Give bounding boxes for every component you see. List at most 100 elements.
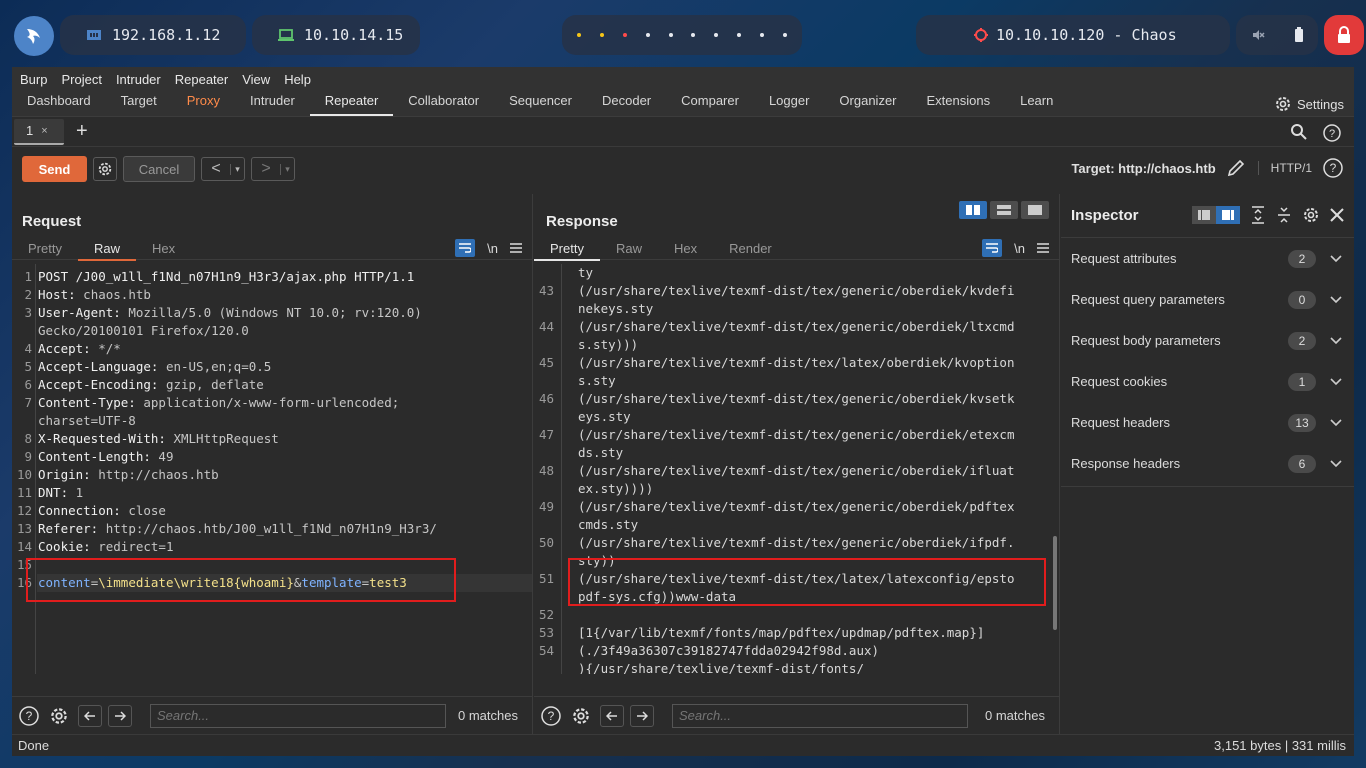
chevron-down-icon[interactable] [1330,336,1342,345]
tab-intruder[interactable]: Intruder [235,90,310,116]
chevron-down-icon[interactable] [1330,459,1342,468]
edit-target-icon[interactable] [1226,158,1246,178]
inspector-section-request-body-parameters[interactable]: Request body parameters 2 [1061,320,1354,361]
menu-repeater[interactable]: Repeater [175,72,228,87]
request-search-input[interactable] [150,703,446,728]
collapse-all-icon[interactable] [1276,206,1292,224]
layout-top-bottom-button[interactable] [990,201,1018,219]
menu-help[interactable]: Help [284,72,311,87]
inspector-section-request-cookies[interactable]: Request cookies 1 [1061,361,1354,402]
workspace-3-indicator[interactable] [622,33,627,37]
inspector-layout-right-button[interactable] [1216,206,1240,224]
app-launcher-button[interactable] [14,16,54,56]
target-widget[interactable]: 10.10.10.120 - Chaos [916,15,1230,55]
search-icon[interactable] [1290,123,1308,141]
workspace-7-indicator[interactable] [714,33,719,37]
tab-hex[interactable]: Hex [658,236,713,260]
volume-muted-icon[interactable] [1251,28,1265,42]
tab-collaborator[interactable]: Collaborator [393,90,494,116]
tab-dashboard[interactable]: Dashboard [12,90,106,116]
gear-icon[interactable] [570,705,592,727]
next-match-button[interactable] [108,704,132,727]
battery-icon[interactable] [1294,27,1304,43]
menu-icon[interactable] [1037,243,1049,253]
chevron-down-icon[interactable]: ▾ [230,163,244,175]
response-search-input[interactable] [672,703,968,728]
history-back-button[interactable]: < ▾ [201,157,245,181]
expand-all-icon[interactable] [1250,206,1266,224]
inspector-layout-left-button[interactable] [1192,206,1216,224]
tab-extensions[interactable]: Extensions [912,90,1006,116]
help-icon[interactable]: ? [1322,123,1342,143]
add-tab-button[interactable]: + [76,120,88,143]
lock-button[interactable] [1324,15,1364,55]
vpn-ip-widget[interactable]: 10.10.14.15 [252,15,420,55]
tab-organizer[interactable]: Organizer [824,90,911,116]
repeater-tab-1[interactable]: 1 × [14,118,64,145]
workspace-5-indicator[interactable] [668,33,673,37]
newline-toggle[interactable]: \n [487,241,498,256]
gear-icon[interactable] [1302,206,1320,224]
send-button[interactable]: Send [22,156,87,182]
help-icon[interactable]: ? [540,705,562,727]
word-wrap-toggle[interactable] [982,239,1003,257]
tab-decoder[interactable]: Decoder [587,90,666,116]
chevron-down-icon[interactable] [1330,377,1342,386]
inspector-section-request-attributes[interactable]: Request attributes 2 [1061,238,1354,279]
workspace-10-indicator[interactable] [782,33,787,37]
inspector-section-request-headers[interactable]: Request headers 13 [1061,402,1354,443]
history-forward-button[interactable]: > ▾ [251,157,295,181]
gear-icon[interactable] [48,705,70,727]
inspector-section-request-query-parameters[interactable]: Request query parameters 0 [1061,279,1354,320]
close-tab-icon[interactable]: × [41,125,47,137]
http-version[interactable]: HTTP/1 [1257,161,1312,175]
layout-tabs-button[interactable] [1021,201,1049,219]
chevron-down-icon[interactable] [1330,254,1342,263]
workspace-switcher[interactable] [562,15,802,55]
chevron-down-icon[interactable] [1330,418,1342,427]
request-editor[interactable]: 1 POST /J00_w1ll_f1Nd_n07H1n9_H3r3/ajax.p… [12,264,532,674]
workspace-1-indicator[interactable] [577,33,582,37]
workspace-8-indicator[interactable] [736,33,741,37]
menu-project[interactable]: Project [61,72,101,87]
inspector-section-response-headers[interactable]: Response headers 6 [1061,443,1354,484]
next-match-button[interactable] [630,704,654,727]
tab-hex[interactable]: Hex [136,236,191,260]
tab-comparer[interactable]: Comparer [666,90,754,116]
tab-pretty[interactable]: Pretty [12,236,78,260]
settings-button[interactable]: Settings [1274,95,1344,113]
tab-raw[interactable]: Raw [600,236,658,260]
send-options-button[interactable] [93,157,117,181]
layout-side-by-side-button[interactable] [959,201,987,219]
tab-sequencer[interactable]: Sequencer [494,90,587,116]
tab-repeater[interactable]: Repeater [309,90,394,116]
menu-view[interactable]: View [242,72,270,87]
tab-render[interactable]: Render [713,236,788,260]
tab-pretty[interactable]: Pretty [534,236,600,261]
workspace-2-indicator[interactable] [600,33,605,37]
tab-logger[interactable]: Logger [754,90,824,116]
cancel-button[interactable]: Cancel [123,156,195,182]
previous-match-button[interactable] [600,704,624,727]
tab-target[interactable]: Target [106,90,172,116]
local-ip-widget[interactable]: 192.168.1.12 [60,15,246,55]
header-value: */* [90,341,121,356]
close-icon[interactable] [1330,208,1344,222]
tab-raw[interactable]: Raw [77,236,136,261]
previous-match-button[interactable] [78,704,102,727]
tab-proxy[interactable]: Proxy [172,90,235,116]
menu-burp[interactable]: Burp [20,72,47,87]
newline-toggle[interactable]: \n [1014,241,1025,256]
help-icon[interactable]: ? [1322,157,1344,179]
tab-learn[interactable]: Learn [1005,90,1068,116]
workspace-6-indicator[interactable] [691,33,696,37]
workspace-9-indicator[interactable] [759,33,764,37]
chevron-down-icon[interactable]: ▾ [280,163,294,175]
response-editor[interactable]: ty 43 (/usr/share/texlive/texmf-dist/tex/g… [534,264,1059,674]
menu-intruder[interactable]: Intruder [116,72,161,87]
workspace-4-indicator[interactable] [645,33,650,37]
chevron-down-icon[interactable] [1330,295,1342,304]
word-wrap-toggle[interactable] [455,239,476,257]
menu-icon[interactable] [510,243,522,253]
help-icon[interactable]: ? [18,705,40,727]
